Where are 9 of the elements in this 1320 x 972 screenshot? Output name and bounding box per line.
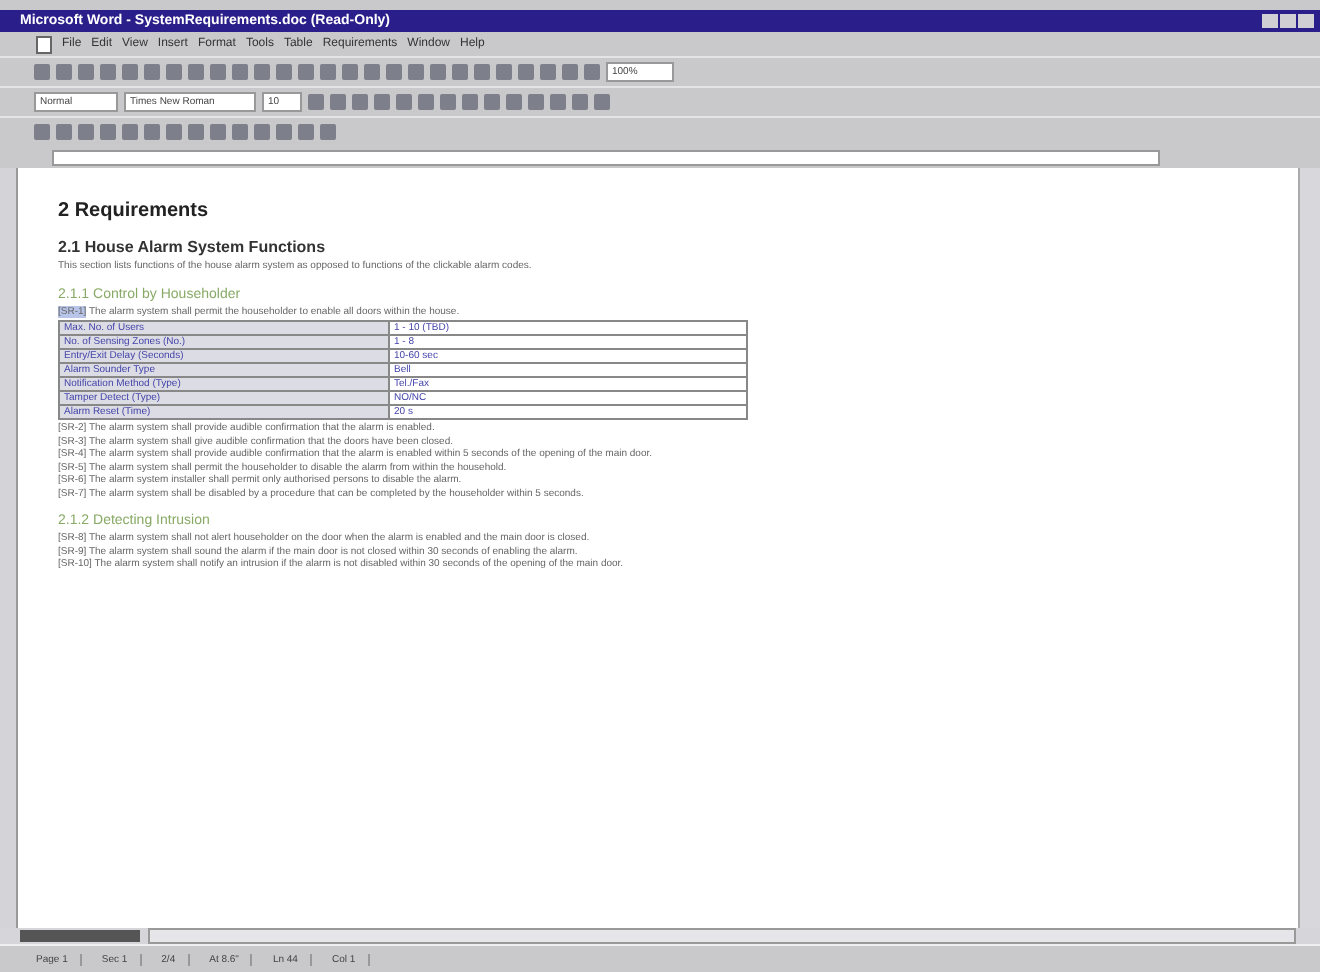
- horizontal-scrollbar[interactable]: [148, 928, 1296, 944]
- document-icon: [36, 35, 52, 53]
- close-button[interactable]: [1298, 14, 1314, 28]
- view-buttons[interactable]: [20, 930, 140, 942]
- heading: 2 Requirements: [58, 200, 211, 222]
- heading: 2.1 House Alarm System Functions: [58, 238, 328, 256]
- vertical-scrollbar[interactable]: [1298, 168, 1320, 928]
- minimize-button[interactable]: [1262, 14, 1278, 28]
- maximize-button[interactable]: [1280, 14, 1296, 28]
